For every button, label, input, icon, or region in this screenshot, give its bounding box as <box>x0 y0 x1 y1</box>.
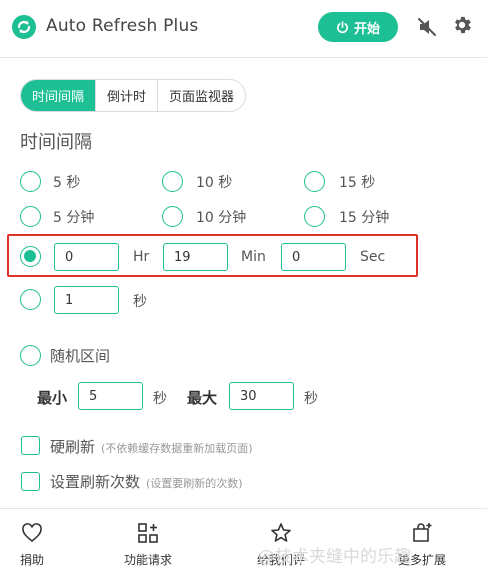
refresh-count-checkbox[interactable] <box>21 472 40 491</box>
minutes-input[interactable]: 19 <box>163 243 228 271</box>
power-icon <box>337 20 348 33</box>
hard-refresh-label: 硬刷新 <box>50 438 96 456</box>
mode-tabs: 时间间隔 倒计时 页面监视器 <box>20 79 247 112</box>
hours-unit: Hr <box>133 249 150 265</box>
label-10m: 10 分钟 <box>196 210 247 226</box>
label-15s: 15 秒 <box>339 175 376 191</box>
apps-add-icon <box>138 523 158 543</box>
random-min-unit: 秒 <box>153 391 167 407</box>
hard-refresh-checkbox[interactable] <box>21 436 40 455</box>
seconds-only-input[interactable]: 1 <box>54 286 119 314</box>
heart-icon <box>22 523 42 543</box>
minutes-unit: Min <box>241 249 266 265</box>
random-min-label: 最小 <box>37 389 68 407</box>
radio-random[interactable] <box>20 345 41 366</box>
radio-15m[interactable] <box>304 206 325 227</box>
random-max-unit: 秒 <box>304 391 318 407</box>
seconds-only-unit: 秒 <box>133 294 147 310</box>
start-button[interactable]: 开始 <box>318 12 398 42</box>
footer: 捐助 功能请求 给我们评 更多扩展 <box>0 508 487 575</box>
seconds-input[interactable]: 0 <box>281 243 346 271</box>
refresh-logo-icon <box>12 15 36 39</box>
tab-countdown[interactable]: 倒计时 <box>96 80 159 111</box>
radio-5m[interactable] <box>20 206 41 227</box>
section-title: 时间间隔 <box>20 132 92 153</box>
label-15m: 15 分钟 <box>339 210 390 226</box>
radio-custom-time[interactable] <box>20 246 41 267</box>
footer-donate-label: 捐助 <box>20 553 45 567</box>
random-max-label: 最大 <box>187 389 218 407</box>
radio-15s[interactable] <box>304 171 325 192</box>
label-5m: 5 分钟 <box>53 210 95 226</box>
start-button-label: 开始 <box>353 21 380 37</box>
refresh-count-row: 设置刷新次数 (设置要刷新的次数) <box>50 471 243 492</box>
random-min-input[interactable]: 5 <box>78 382 143 410</box>
footer-feature-request[interactable]: 功能请求 <box>124 521 172 568</box>
seconds-unit: Sec <box>360 249 386 265</box>
radio-10s[interactable] <box>162 171 183 192</box>
hard-refresh-hint: (不依赖缓存数据重新加载页面) <box>101 442 253 455</box>
sound-muted-icon[interactable] <box>416 16 438 38</box>
gear-icon[interactable] <box>451 14 473 36</box>
app-title: Auto Refresh Plus <box>46 16 199 36</box>
shopping-bag-add-icon <box>413 523 432 542</box>
radio-seconds[interactable] <box>20 289 41 310</box>
tab-page-monitor[interactable]: 页面监视器 <box>158 80 245 111</box>
footer-donate[interactable]: 捐助 <box>20 521 44 568</box>
refresh-count-label: 设置刷新次数 <box>50 473 141 491</box>
hard-refresh-row: 硬刷新 (不依赖缓存数据重新加载页面) <box>50 436 253 457</box>
label-5s: 5 秒 <box>53 175 81 191</box>
footer-feature-request-label: 功能请求 <box>124 553 173 567</box>
radio-10m[interactable] <box>162 206 183 227</box>
hours-input[interactable]: 0 <box>54 243 119 271</box>
label-10s: 10 秒 <box>196 175 233 191</box>
random-max-input[interactable]: 30 <box>229 382 294 410</box>
radio-5s[interactable] <box>20 171 41 192</box>
tab-interval[interactable]: 时间间隔 <box>21 80 97 111</box>
watermark-text: @技术夹缝中的乐趣 <box>258 547 411 567</box>
refresh-count-hint: (设置要刷新的次数) <box>146 477 243 490</box>
random-label: 随机区间 <box>50 347 111 365</box>
header: Auto Refresh Plus 开始 <box>0 0 487 58</box>
